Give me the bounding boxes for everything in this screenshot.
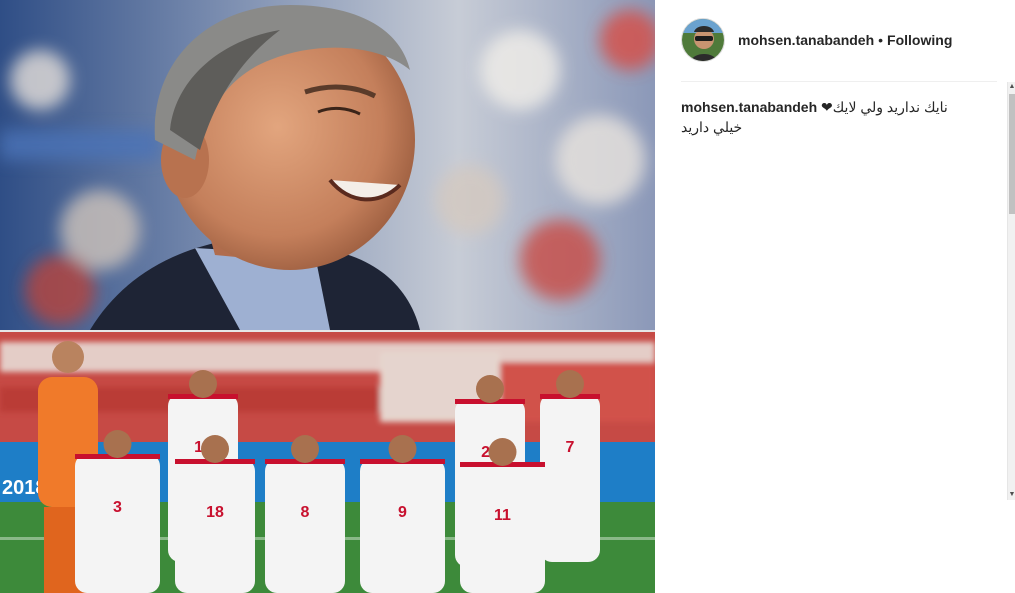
player-figure: 7 bbox=[540, 370, 600, 562]
following-button[interactable]: Following bbox=[887, 32, 952, 48]
header-divider bbox=[681, 81, 997, 82]
post-header: mohsen.tanabandeh • Following bbox=[681, 17, 1001, 63]
scroll-down-arrow-icon[interactable]: ▼ bbox=[1008, 490, 1015, 500]
caption-text-line1: نايك نداريد ولي لايك❤ bbox=[821, 99, 948, 115]
team-lineup-photo: 2018 107233188911 bbox=[0, 332, 655, 593]
caption-username-link[interactable]: mohsen.tanabandeh bbox=[681, 99, 817, 115]
caption-text-line2: خيلي داريد bbox=[681, 119, 743, 135]
player-figure: 3 bbox=[75, 430, 160, 593]
jersey-number: 11 bbox=[494, 507, 511, 524]
header-username-link[interactable]: mohsen.tanabandeh bbox=[738, 32, 874, 48]
header-separator: • bbox=[878, 32, 884, 48]
scroll-thumb[interactable] bbox=[1009, 94, 1015, 214]
post-sidebar: mohsen.tanabandeh • Following mohsen.tanab… bbox=[655, 0, 1015, 593]
jersey-number: 9 bbox=[398, 504, 407, 521]
jersey-number: 3 bbox=[113, 499, 122, 516]
post-caption: mohsen.tanabandeh نايك نداريد ولي لايك❤ … bbox=[681, 97, 999, 137]
avatar[interactable] bbox=[681, 18, 725, 62]
post-media[interactable]: 2018 107233188911 bbox=[0, 0, 655, 593]
jersey-number: 18 bbox=[206, 504, 224, 521]
coach-portrait-photo bbox=[0, 0, 655, 330]
comments-scrollbar[interactable]: ▲ ▼ bbox=[1007, 82, 1015, 500]
jersey-number: 7 bbox=[566, 439, 575, 456]
scroll-up-arrow-icon[interactable]: ▲ bbox=[1008, 82, 1015, 92]
jersey-number: 8 bbox=[301, 504, 310, 521]
